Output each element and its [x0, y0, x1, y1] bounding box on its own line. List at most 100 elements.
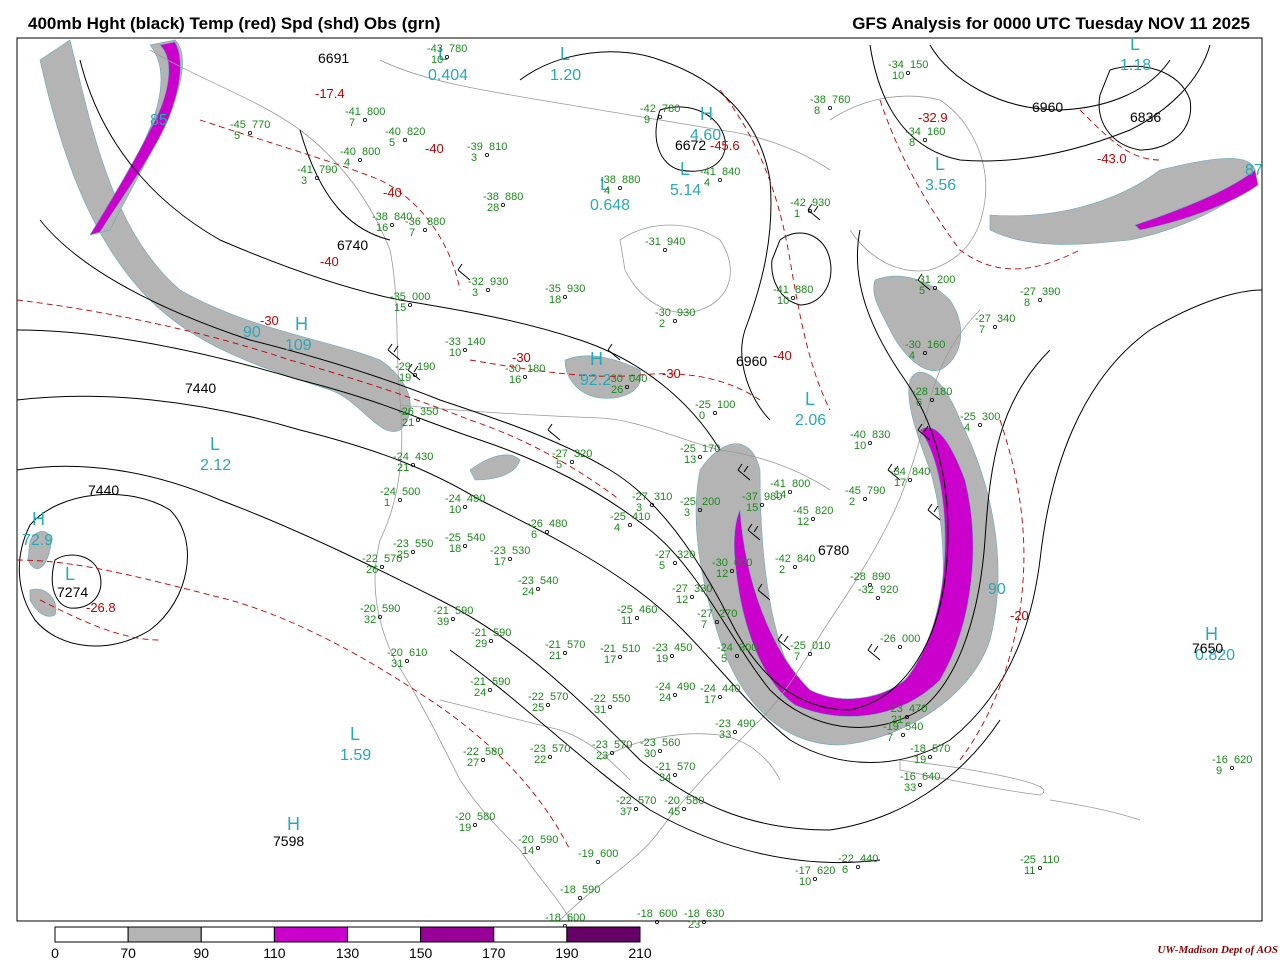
obs-dewpoint: 26	[366, 564, 378, 576]
temperature-label: -40	[320, 254, 339, 269]
obs-height: 540	[905, 721, 923, 733]
obs-temperature: -18	[545, 912, 561, 924]
obs-dewpoint: 24	[522, 586, 534, 598]
obs-dewpoint: 33	[719, 729, 731, 741]
obs-height: 300	[739, 642, 757, 654]
station-marker	[397, 497, 402, 502]
obs-height: 430	[415, 451, 433, 463]
obs-height: 180	[934, 386, 952, 398]
scale-tick-label: 90	[193, 945, 209, 960]
station-marker	[713, 410, 718, 415]
obs-height: 880	[795, 284, 813, 296]
station-marker	[682, 807, 687, 812]
station-marker	[690, 595, 695, 600]
station-marker	[1230, 766, 1235, 771]
obs-dewpoint: 2	[659, 318, 665, 330]
obs-dewpoint: 6	[916, 397, 922, 409]
obs-height: 200	[937, 274, 955, 286]
obs-dewpoint: 19	[656, 653, 668, 665]
station-marker	[898, 645, 903, 650]
obs-dewpoint: 10	[431, 54, 443, 66]
temperature-label: -17.4	[315, 86, 345, 101]
obs-height: 580	[485, 746, 503, 758]
obs-height: 570	[552, 743, 570, 755]
center-value: 72.9	[22, 532, 53, 549]
temperature-label: -45.6	[710, 138, 740, 153]
temperature-label: -40	[383, 185, 402, 200]
obs-height: 410	[632, 511, 650, 523]
speed-label: 90	[988, 581, 1006, 598]
obs-height: 590	[492, 676, 510, 688]
jet-rockies	[469, 454, 521, 481]
obs-dewpoint: 3	[684, 507, 690, 519]
center-value: 2.06	[795, 412, 826, 429]
map-frame	[16, 37, 1263, 922]
station-marker	[362, 118, 367, 123]
obs-height: 800	[362, 146, 380, 158]
obs-height: 320	[677, 549, 695, 561]
high-center: H	[32, 509, 45, 529]
obs-height: 300	[982, 411, 1000, 423]
obs-height: 440	[860, 853, 878, 865]
height-label: 7650	[1192, 640, 1223, 656]
obs-dewpoint: 24	[659, 692, 671, 704]
weather-map: L1.20L0.404L0.648L5.14H4.60L3.56L1.18H10…	[16, 34, 1263, 960]
speed-label: 85	[150, 112, 168, 129]
scale-segment	[566, 926, 641, 943]
obs-height: 490	[737, 718, 755, 730]
obs-temperature: -32	[858, 584, 874, 596]
obs-dewpoint: 10	[777, 295, 789, 307]
coast-greenland	[829, 95, 987, 272]
obs-dewpoint: 4	[964, 422, 970, 434]
station-marker	[1038, 297, 1043, 302]
obs-dewpoint: 8	[909, 137, 915, 149]
obs-dewpoint: 5	[919, 285, 925, 297]
obs-height: 780	[662, 103, 680, 115]
scale-segment	[127, 926, 202, 943]
station-marker	[718, 695, 723, 700]
obs-dewpoint: 4	[604, 185, 610, 197]
obs-height: 590	[382, 603, 400, 615]
obs-height: 790	[319, 164, 337, 176]
station-marker	[673, 318, 678, 323]
obs-dewpoint: 34	[659, 772, 671, 784]
obs-dewpoint: 5	[721, 653, 727, 665]
obs-height: 590	[493, 627, 511, 639]
obs-height: 880	[622, 174, 640, 186]
temperature-label: -40	[773, 348, 792, 363]
obs-height: 010	[812, 640, 830, 652]
obs-height: 920	[880, 584, 898, 596]
obs-dewpoint: 25	[532, 702, 544, 714]
wind-barb	[867, 643, 881, 661]
center-value: 109	[285, 337, 312, 354]
contour-south	[16, 465, 1001, 831]
low-center: L	[680, 159, 690, 179]
scale-segment	[420, 926, 495, 943]
low-center: L	[65, 564, 75, 584]
obs-height: 330	[694, 583, 712, 595]
obs-height: 490	[677, 681, 695, 693]
station-marker	[247, 130, 252, 135]
station-marker	[791, 295, 796, 300]
obs-height: 820	[815, 505, 833, 517]
obs-dewpoint: 11	[621, 615, 632, 627]
obs-height: 040	[629, 373, 647, 385]
obs-dewpoint: 14	[774, 489, 786, 501]
station-marker	[868, 440, 873, 445]
obs-dewpoint: 10	[854, 440, 866, 452]
obs-height: 570	[614, 739, 632, 751]
station-marker	[402, 137, 407, 142]
station-marker	[618, 655, 623, 660]
obs-height: 800	[367, 106, 385, 118]
obs-dewpoint: 5	[659, 560, 665, 572]
scale-tick-label: 0	[51, 945, 59, 960]
station-marker	[673, 773, 678, 778]
station-marker	[670, 654, 675, 659]
station-marker	[923, 137, 928, 142]
obs-dewpoint: 17	[894, 477, 906, 489]
obs-height: 880	[505, 191, 523, 203]
station-marker	[811, 517, 816, 522]
station-marker	[450, 617, 455, 622]
obs-height: 590	[540, 834, 558, 846]
obs-height: 440	[722, 683, 740, 695]
